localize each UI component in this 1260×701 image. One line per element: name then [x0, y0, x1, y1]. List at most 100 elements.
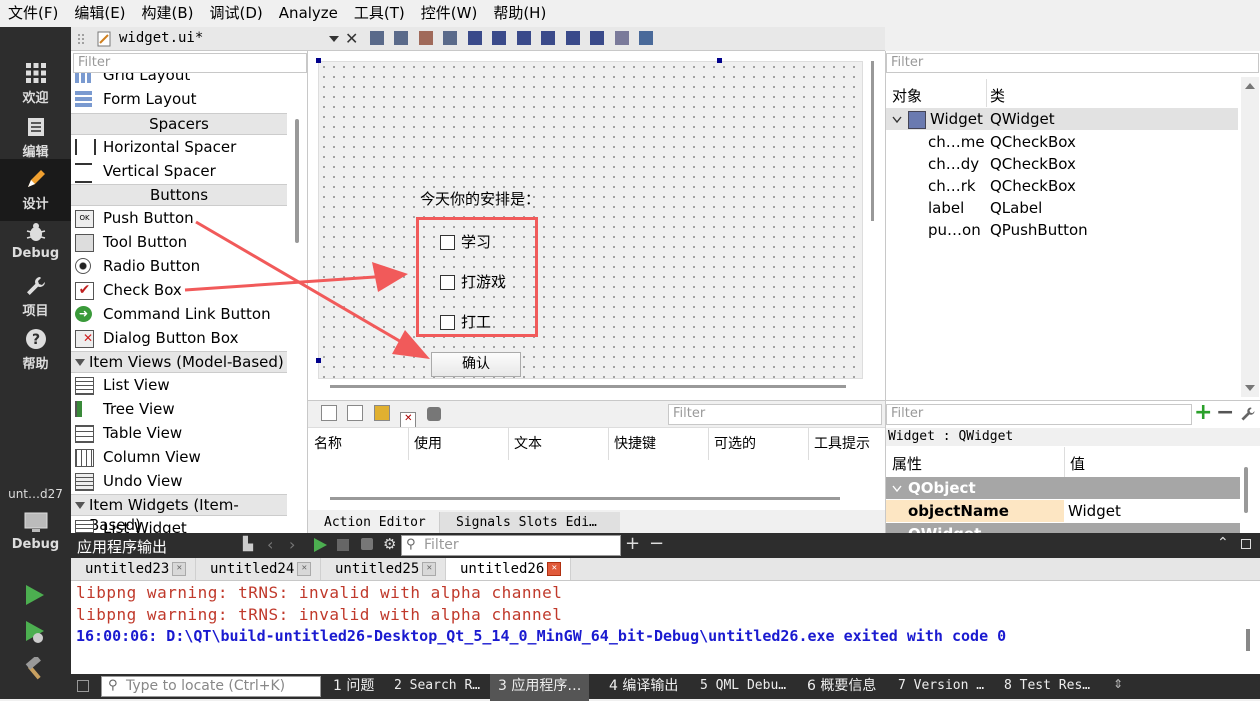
tree-row-checkbox[interactable]: ch…dy QCheckBox — [886, 153, 1238, 175]
action-table-scrollbar[interactable] — [330, 497, 840, 500]
stop-icon[interactable] — [337, 539, 349, 551]
mode-design[interactable]: 设计 — [0, 159, 71, 221]
settings-gear-icon[interactable]: ⚙ — [383, 535, 396, 553]
copy-action-icon[interactable] — [347, 405, 364, 421]
output-tab-untitled25[interactable]: untitled25 ✕ — [321, 558, 446, 580]
column-header[interactable]: 使用 — [414, 433, 442, 453]
edit-tab-order-icon[interactable] — [443, 31, 458, 45]
kit-selector[interactable]: Debug — [0, 511, 71, 559]
locator-input[interactable]: ⚲ Type to locate (Ctrl+K) — [101, 676, 321, 697]
plus-icon[interactable]: + — [1194, 402, 1212, 424]
mode-welcome[interactable]: 欢迎 — [0, 61, 71, 109]
column-header-property[interactable]: 属性 — [892, 453, 922, 474]
status-general-messages[interactable]: 6 概要信息 — [807, 675, 876, 697]
status-issues[interactable]: 1 问题 — [333, 675, 374, 697]
category-buttons[interactable]: Buttons — [71, 184, 287, 206]
form-canvas[interactable] — [318, 61, 863, 379]
delete-action-icon[interactable]: ✕ — [400, 412, 417, 428]
new-action-icon[interactable] — [321, 405, 337, 421]
toggle-sidebar-icon[interactable] — [77, 680, 89, 692]
menu-build[interactable]: 构建(B) — [134, 0, 202, 27]
property-editor-filter[interactable]: Filter — [886, 404, 1192, 425]
column-header[interactable]: 工具提示 — [814, 433, 870, 453]
status-application-output[interactable]: 3 应用程序… — [490, 674, 590, 701]
configure-icon[interactable] — [426, 407, 441, 421]
column-header-value[interactable]: 值 — [1070, 453, 1085, 474]
menu-file[interactable]: 文件(F) — [0, 0, 66, 27]
clear-icon[interactable] — [361, 538, 373, 550]
property-editor-scrollbar[interactable] — [1244, 467, 1248, 513]
selection-handle[interactable] — [717, 58, 722, 63]
confirm-button[interactable]: 确认 — [431, 352, 521, 377]
mode-help[interactable]: ? 帮助 — [0, 327, 71, 375]
editor-tab-filename[interactable]: widget.ui* — [119, 30, 203, 46]
layout-vertical-icon[interactable] — [492, 31, 507, 45]
tree-row-checkbox[interactable]: ch…me QCheckBox — [886, 131, 1238, 153]
minus-icon[interactable]: − — [649, 533, 664, 554]
build-button[interactable] — [22, 655, 46, 685]
more-panes-icon[interactable]: ⇕ — [1113, 677, 1123, 691]
output-text-area[interactable]: libpng warning: tRNS: invalid with alpha… — [71, 581, 1260, 674]
property-row-objectname[interactable]: objectName Widget — [886, 500, 1240, 522]
menu-tools[interactable]: 工具(T) — [346, 0, 413, 27]
output-tab-untitled23[interactable]: untitled23 ✕ — [71, 558, 196, 580]
widget-box-scrollbar[interactable] — [295, 119, 299, 243]
status-compile-output[interactable]: 4 编译输出 — [609, 675, 678, 697]
break-layout-icon[interactable] — [614, 31, 629, 45]
column-header[interactable]: 快捷键 — [614, 433, 656, 453]
property-section-qwidget[interactable]: QWidget — [886, 523, 1240, 533]
output-scrollbar[interactable] — [1246, 629, 1250, 651]
checkbox-study[interactable]: 学习 — [440, 231, 491, 251]
widget-box-filter[interactable]: Filter — [73, 53, 307, 73]
scroll-up-icon[interactable] — [1245, 83, 1255, 89]
status-test-results[interactable]: 8 Test Res… — [1004, 675, 1090, 697]
output-tab-untitled24[interactable]: untitled24 ✕ — [196, 558, 321, 580]
form-horizontal-scrollbar[interactable] — [330, 385, 846, 388]
action-editor-filter[interactable]: Filter — [668, 404, 882, 425]
wrench-icon[interactable] — [1240, 406, 1256, 422]
layout-h-splitter-icon[interactable] — [516, 31, 531, 45]
debug-run-button[interactable] — [22, 619, 46, 649]
menu-controls[interactable]: 控件(W) — [413, 0, 486, 27]
selection-handle[interactable] — [316, 358, 321, 363]
mode-debug[interactable]: Debug — [0, 220, 71, 268]
menu-edit[interactable]: 编辑(E) — [66, 0, 133, 27]
mode-edit[interactable]: 编辑 — [0, 115, 71, 163]
layout-horizontal-icon[interactable] — [467, 31, 482, 45]
mode-projects[interactable]: 项目 — [0, 274, 71, 322]
object-inspector-filter[interactable]: Filter — [886, 53, 1259, 73]
column-header-object[interactable]: 对象 — [892, 85, 922, 106]
edit-signals-icon[interactable] — [394, 31, 409, 45]
category-spacers[interactable]: Spacers — [71, 113, 287, 135]
layout-grid-icon[interactable] — [565, 31, 580, 45]
run-icon[interactable] — [313, 538, 327, 552]
paste-action-icon[interactable] — [373, 405, 390, 421]
close-icon[interactable]: ✕ — [345, 29, 358, 48]
run-button[interactable] — [22, 583, 46, 611]
tree-row-push-button[interactable]: pu…on QPushButton — [886, 219, 1238, 241]
next-icon[interactable]: › — [289, 535, 295, 554]
column-header[interactable]: 文本 — [514, 433, 542, 453]
project-selector-label[interactable]: unt…d27 — [0, 487, 71, 501]
minus-icon[interactable]: − — [1216, 402, 1234, 424]
output-filter[interactable]: ⚲ Filter — [401, 535, 621, 556]
edit-buddies-icon[interactable] — [418, 31, 433, 45]
selection-handle[interactable] — [316, 58, 321, 63]
tab-action-editor[interactable]: Action Editor — [314, 512, 440, 534]
adjust-size-icon[interactable] — [638, 31, 653, 45]
column-header[interactable]: 可选的 — [714, 433, 756, 453]
output-tab-untitled26[interactable]: untitled26 ✕ — [446, 558, 571, 580]
column-header[interactable]: 名称 — [314, 433, 342, 453]
close-icon[interactable]: ✕ — [297, 562, 312, 576]
chevron-down-icon[interactable] — [329, 36, 339, 42]
attach-icon[interactable]: ▙ — [243, 537, 253, 552]
layout-v-splitter-icon[interactable] — [541, 31, 556, 45]
status-search-results[interactable]: 2 Search R… — [394, 675, 480, 697]
menu-analyze[interactable]: Analyze — [271, 0, 346, 27]
column-header-class[interactable]: 类 — [990, 85, 1005, 106]
edit-widgets-icon[interactable] — [370, 31, 384, 45]
status-qml-debugger[interactable]: 5 QML Debu… — [700, 675, 786, 697]
property-section-qobject[interactable]: QObject — [886, 477, 1240, 499]
chevron-down-icon[interactable] — [892, 485, 902, 492]
category-item-widgets[interactable]: Item Widgets (Item-Based) — [71, 494, 287, 533]
